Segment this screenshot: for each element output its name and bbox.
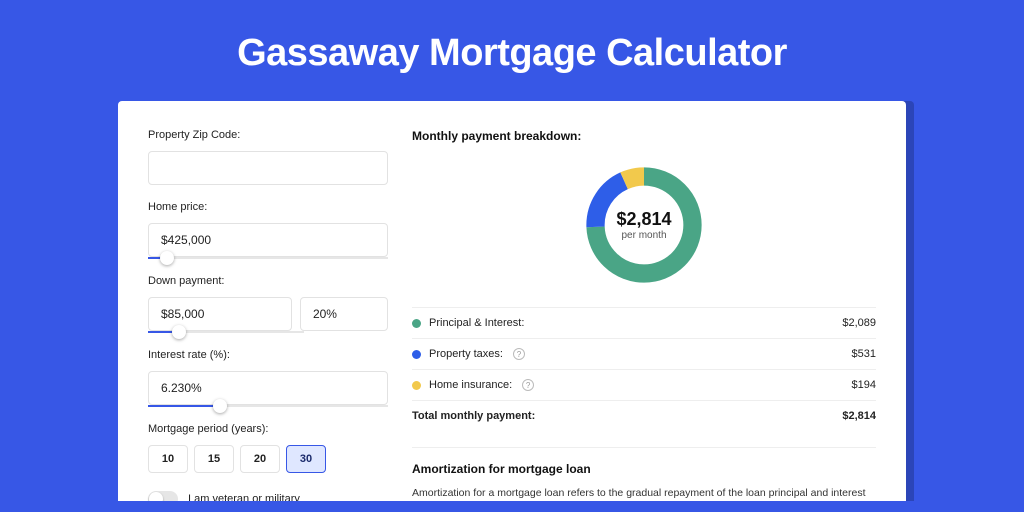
legend: Principal & Interest: $2,089 Property taxe… — [412, 308, 876, 431]
slider-thumb[interactable] — [172, 325, 186, 339]
donut-amount: $2,814 — [616, 209, 671, 230]
down-payment-percent-input[interactable] — [300, 297, 388, 331]
period-option-20[interactable]: 20 — [240, 445, 280, 473]
zip-group: Property Zip Code: — [148, 129, 388, 185]
veteran-row: I am veteran or military — [148, 491, 388, 501]
calculator-card: Property Zip Code: Home price: Down paym… — [118, 101, 906, 501]
home-price-group: Home price: — [148, 201, 388, 259]
donut-chart: $2,814 per month — [580, 161, 708, 289]
interest-rate-label: Interest rate (%): — [148, 349, 388, 361]
home-price-input[interactable] — [148, 223, 388, 257]
toggle-knob — [149, 492, 163, 501]
legend-dot-principal — [412, 319, 421, 328]
period-option-15[interactable]: 15 — [194, 445, 234, 473]
breakdown-title: Monthly payment breakdown: — [412, 129, 876, 143]
period-option-10[interactable]: 10 — [148, 445, 188, 473]
interest-rate-slider[interactable] — [148, 405, 388, 407]
legend-label: Home insurance: — [429, 379, 512, 391]
legend-value: $531 — [852, 348, 876, 360]
amortization-text: Amortization for a mortgage loan refers … — [412, 486, 876, 501]
period-label: Mortgage period (years): — [148, 423, 388, 435]
legend-dot-taxes — [412, 350, 421, 359]
donut-chart-wrap: $2,814 per month — [412, 157, 876, 307]
period-option-30[interactable]: 30 — [286, 445, 326, 473]
veteran-label: I am veteran or military — [188, 493, 300, 501]
donut-sub: per month — [621, 230, 666, 241]
legend-value: $2,089 — [842, 317, 876, 329]
down-payment-label: Down payment: — [148, 275, 388, 287]
interest-rate-input[interactable] — [148, 371, 388, 405]
interest-rate-group: Interest rate (%): — [148, 349, 388, 407]
amortization-title: Amortization for mortgage loan — [412, 462, 876, 476]
help-icon[interactable]: ? — [513, 348, 525, 360]
legend-value: $194 — [852, 379, 876, 391]
legend-row-insurance: Home insurance:? $194 — [412, 370, 876, 400]
legend-label: Property taxes: — [429, 348, 503, 360]
slider-thumb[interactable] — [213, 399, 227, 413]
breakdown-panel: Monthly payment breakdown: $2,814 per mo… — [412, 129, 876, 501]
inputs-panel: Property Zip Code: Home price: Down paym… — [148, 129, 388, 501]
period-group: Mortgage period (years): 10152030 — [148, 423, 388, 473]
legend-row-total: Total monthly payment: $2,814 — [412, 401, 876, 431]
down-payment-amount-input[interactable] — [148, 297, 292, 331]
divider — [412, 447, 876, 448]
total-value: $2,814 — [842, 410, 876, 422]
period-options: 10152030 — [148, 445, 388, 473]
legend-dot-insurance — [412, 381, 421, 390]
total-label: Total monthly payment: — [412, 410, 535, 422]
legend-row-taxes: Property taxes:? $531 — [412, 339, 876, 369]
page-title: Gassaway Mortgage Calculator — [0, 0, 1024, 101]
home-price-label: Home price: — [148, 201, 388, 213]
help-icon[interactable]: ? — [522, 379, 534, 391]
donut-center: $2,814 per month — [580, 161, 708, 289]
legend-row-principal: Principal & Interest: $2,089 — [412, 308, 876, 338]
down-payment-slider[interactable] — [148, 331, 304, 333]
slider-thumb[interactable] — [160, 251, 174, 265]
legend-label: Principal & Interest: — [429, 317, 524, 329]
down-payment-group: Down payment: — [148, 275, 388, 333]
zip-label: Property Zip Code: — [148, 129, 388, 141]
amortization-section: Amortization for mortgage loan Amortizat… — [412, 447, 876, 501]
veteran-toggle[interactable] — [148, 491, 178, 501]
zip-input[interactable] — [148, 151, 388, 185]
home-price-slider[interactable] — [148, 257, 388, 259]
